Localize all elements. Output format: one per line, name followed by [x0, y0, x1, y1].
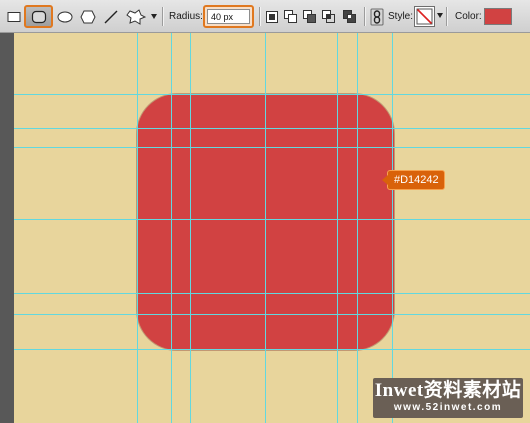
intersect-shape-icon: [322, 10, 335, 23]
radius-field-highlight: [203, 5, 254, 28]
no-style-icon: [416, 8, 433, 25]
polygon-tool-icon: [80, 10, 96, 23]
link-layer-style-icon: [370, 8, 384, 25]
subtract-shape-icon: [303, 10, 316, 23]
custom-shape-dropdown-arrow-icon[interactable]: [151, 14, 157, 19]
horizontal-guide[interactable]: [14, 94, 530, 95]
radius-label: Radius:: [169, 11, 203, 22]
document-window: #D14242 Inwet资料素材站 www.52inwet.com: [0, 33, 530, 423]
exclude-overlap-icon: [342, 10, 356, 23]
style-label: Style:: [388, 11, 414, 22]
line-tool-button[interactable]: [102, 6, 120, 27]
horizontal-guide[interactable]: [14, 349, 530, 350]
vertical-guide[interactable]: [190, 33, 191, 423]
toolbar-separator: [446, 7, 447, 26]
polygon-tool-button[interactable]: [79, 6, 97, 27]
subtract-shape-button[interactable]: [301, 6, 318, 27]
new-shape-layer-icon: [265, 10, 278, 23]
horizontal-guide[interactable]: [14, 147, 530, 148]
custom-shape-tool-button[interactable]: [124, 6, 148, 27]
vertical-guide[interactable]: [337, 33, 338, 423]
rectangle-tool-button[interactable]: [4, 6, 23, 27]
vertical-guide[interactable]: [137, 33, 138, 423]
ellipse-tool-icon: [57, 11, 73, 22]
color-label: Color:: [455, 11, 482, 22]
new-shape-layer-button[interactable]: [263, 6, 280, 27]
canvas[interactable]: #D14242 Inwet资料素材站 www.52inwet.com: [14, 33, 530, 423]
style-picker[interactable]: [414, 6, 435, 27]
radius-input[interactable]: [207, 9, 250, 24]
ellipse-tool-button[interactable]: [55, 6, 75, 27]
watermark: Inwet资料素材站 www.52inwet.com: [373, 378, 523, 418]
exclude-overlap-button[interactable]: [340, 6, 358, 27]
style-dropdown-arrow-icon[interactable]: [437, 13, 443, 18]
rectangle-tool-icon: [7, 11, 20, 22]
horizontal-guide[interactable]: [14, 293, 530, 294]
line-tool-icon: [104, 10, 118, 23]
horizontal-guide[interactable]: [14, 219, 530, 220]
watermark-url: www.52inwet.com: [393, 402, 503, 413]
options-bar: Radius: 40 px Style: Color:: [0, 0, 530, 33]
add-to-shape-icon: [284, 10, 297, 23]
watermark-brand: Inwet资料素材站: [374, 380, 522, 401]
vertical-guide[interactable]: [357, 33, 358, 423]
color-swatch[interactable]: [484, 8, 512, 25]
toolbar-separator: [364, 7, 365, 26]
custom-shape-tool-icon: [126, 8, 146, 25]
toolbar-separator: [162, 7, 163, 26]
link-layer-style-button[interactable]: [368, 6, 386, 27]
horizontal-guide[interactable]: [14, 314, 530, 315]
horizontal-guide[interactable]: [14, 128, 530, 129]
color-hex-callout: #D14242: [382, 170, 445, 190]
vertical-guide[interactable]: [265, 33, 266, 423]
toolbar-separator: [259, 7, 260, 26]
vertical-guide[interactable]: [171, 33, 172, 423]
rounded-rectangle-tool-icon: [31, 10, 46, 23]
intersect-shape-button[interactable]: [320, 6, 337, 27]
rounded-rectangle-tool-button[interactable]: [24, 5, 53, 28]
add-to-shape-button[interactable]: [282, 6, 299, 27]
vertical-guide[interactable]: [392, 33, 393, 423]
